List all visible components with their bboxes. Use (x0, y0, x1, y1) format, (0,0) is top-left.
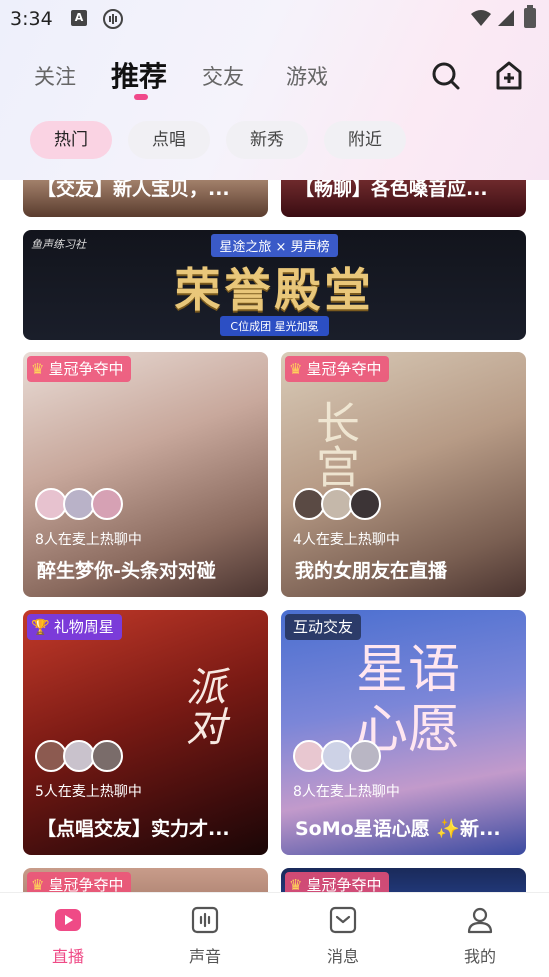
tab-recommend[interactable]: 推荐 (111, 55, 167, 95)
podcast-icon (103, 9, 123, 29)
room-feed[interactable]: 【交友】新人宝贝，... 【畅聊】各色嗓音应... 鱼声练习社 星途之旅 × 男… (0, 180, 549, 892)
room-title: 【交友】新人宝贝，... (37, 180, 230, 200)
room-card[interactable]: 🏆 礼物周星 派对 5人在麦上热聊中 【点唱交友】实力才... (23, 610, 268, 855)
room-tag: 皇冠争夺中 (48, 876, 124, 892)
room-card[interactable]: ♛ 皇冠争夺中 8人在麦上热聊中 醉生梦你-头条对对碰 (23, 352, 268, 597)
crown-icon: ♛ (31, 876, 45, 892)
room-tag: 皇冠争夺中 (306, 876, 382, 892)
mail-icon (329, 906, 357, 934)
room-title: SoMo星语心愿 ✨新... (295, 818, 501, 840)
room-card[interactable]: ♛ 皇冠争夺中 长宫 4人在麦上热聊中 我的女朋友在直播 (281, 352, 526, 597)
avatar (91, 488, 123, 520)
avatar (91, 740, 123, 772)
cover-art-text: 长宫 (308, 400, 359, 488)
tab-friends[interactable]: 交友 (202, 61, 244, 91)
online-count: 8人在麦上热聊中 (293, 784, 400, 800)
subtab-sing[interactable]: 点唱 (128, 121, 210, 159)
subtab-newcomer[interactable]: 新秀 (226, 121, 308, 159)
active-tab-indicator (134, 94, 148, 100)
sub-tabs: 热门 点唱 新秀 附近 (0, 121, 549, 159)
subtab-hot[interactable]: 热门 (30, 121, 112, 159)
tab-following[interactable]: 关注 (34, 61, 76, 91)
keyboard-a-icon: A (71, 10, 87, 26)
room-title: 【点唱交友】实力才... (37, 818, 230, 840)
room-title: 【畅聊】各色嗓音应... (295, 180, 488, 200)
crown-icon: ♛ (289, 876, 303, 892)
audio-wave-icon (191, 906, 219, 934)
search-icon[interactable] (430, 60, 462, 92)
room-title: 我的女朋友在直播 (295, 560, 448, 582)
room-card[interactable]: 【交友】新人宝贝，... (23, 180, 268, 217)
host-avatars (35, 488, 123, 520)
nav-audio[interactable]: 声音 (160, 893, 250, 977)
create-room-icon[interactable] (494, 60, 524, 92)
cover-art-text: 派对 (179, 666, 225, 746)
crown-icon: ♛ (289, 360, 303, 378)
nav-live[interactable]: 直播 (23, 893, 113, 977)
nav-messages[interactable]: 消息 (298, 893, 388, 977)
room-tag: 礼物周星 (53, 618, 114, 636)
nav-label: 我的 (463, 947, 496, 966)
room-tag: 皇冠争夺中 (48, 360, 124, 378)
room-title: 醉生梦你-头条对对碰 (37, 560, 216, 582)
trophy-icon: 🏆 (31, 618, 50, 636)
nav-label: 声音 (188, 947, 221, 966)
cellular-signal-icon (498, 10, 514, 26)
crown-icon: ♛ (31, 360, 45, 378)
room-card[interactable]: ♛ 皇冠争夺中 (281, 868, 526, 892)
online-count: 8人在麦上热聊中 (35, 532, 142, 548)
banner-caption: C位成团 星光加冕 (220, 316, 329, 336)
status-time: 3:34 (10, 8, 53, 30)
room-card[interactable]: 【畅聊】各色嗓音应... (281, 180, 526, 217)
live-play-icon (55, 909, 81, 931)
host-avatars (293, 740, 381, 772)
online-count: 4人在麦上热聊中 (293, 532, 400, 548)
nav-label: 直播 (51, 947, 84, 966)
host-avatars (35, 740, 123, 772)
bottom-navigation: 直播 声音 消息 我的 (0, 892, 549, 977)
wifi-icon (471, 10, 491, 26)
promo-banner[interactable]: 鱼声练习社 星途之旅 × 男声榜 荣誉殿堂 C位成团 星光加冕 (23, 230, 526, 340)
avatar (349, 740, 381, 772)
battery-icon (524, 5, 536, 28)
host-avatars (293, 488, 381, 520)
nav-profile[interactable]: 我的 (435, 893, 525, 977)
room-tag: 皇冠争夺中 (306, 360, 382, 378)
tab-games[interactable]: 游戏 (286, 61, 328, 91)
main-tabs: 关注 推荐 交友 游戏 (0, 52, 549, 100)
avatar (349, 488, 381, 520)
online-count: 5人在麦上热聊中 (35, 784, 142, 800)
subtab-nearby[interactable]: 附近 (324, 121, 406, 159)
banner-title: 荣誉殿堂 (174, 263, 375, 317)
status-bar: 3:34 A (0, 0, 549, 38)
room-tag: 互动交友 (285, 614, 362, 640)
person-icon (467, 907, 493, 934)
room-card[interactable]: 互动交友 星语心愿 8人在麦上热聊中 SoMo星语心愿 ✨新... (281, 610, 526, 855)
nav-label: 消息 (326, 947, 359, 966)
room-card[interactable]: ♛ 皇冠争夺中 (23, 868, 268, 892)
